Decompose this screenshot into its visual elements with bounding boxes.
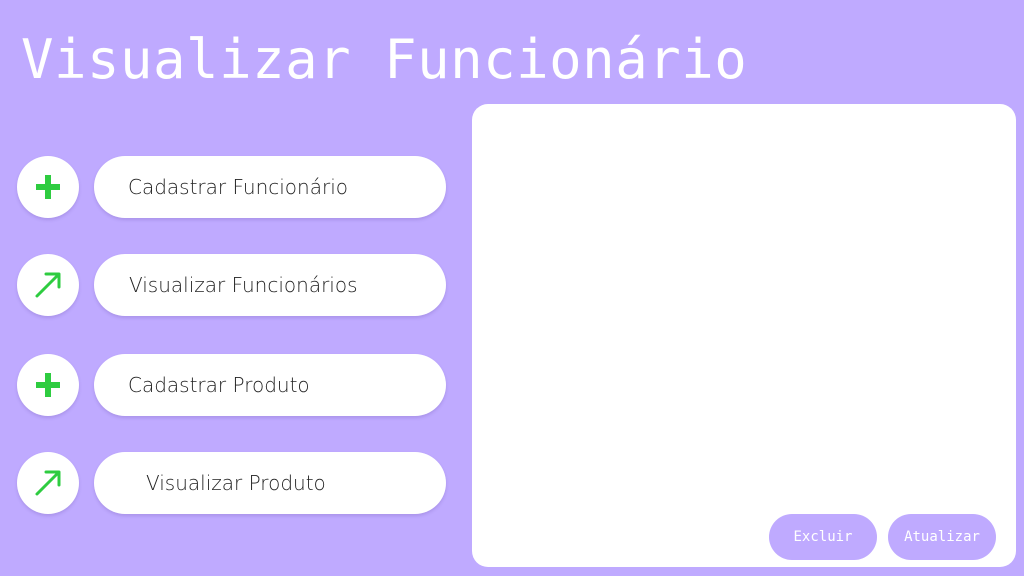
content-panel	[472, 104, 1016, 567]
register-employee-label: Cadastrar Funcionário	[128, 175, 348, 199]
plus-icon	[36, 373, 60, 397]
arrow-up-right-icon	[35, 470, 61, 496]
register-product-button[interactable]: Cadastrar Produto	[94, 354, 446, 416]
view-product-button[interactable]: Visualizar Produto	[94, 452, 446, 514]
view-employees-label: Visualizar Funcionários	[129, 273, 358, 297]
arrow-up-right-icon	[35, 272, 61, 298]
view-product-icon-button[interactable]	[17, 452, 79, 514]
view-employees-button[interactable]: Visualizar Funcionários	[94, 254, 446, 316]
view-employees-icon-button[interactable]	[17, 254, 79, 316]
delete-button-label: Excluir	[793, 529, 853, 545]
delete-button[interactable]: Excluir	[769, 514, 877, 560]
page-title: Visualizar Funcionário	[21, 28, 748, 91]
view-product-label: Visualizar Produto	[146, 471, 326, 495]
add-employee-icon-button[interactable]	[17, 156, 79, 218]
update-button-label: Atualizar	[904, 529, 980, 545]
add-product-icon-button[interactable]	[17, 354, 79, 416]
plus-icon	[36, 175, 60, 199]
register-product-label: Cadastrar Produto	[128, 373, 310, 397]
register-employee-button[interactable]: Cadastrar Funcionário	[94, 156, 446, 218]
update-button[interactable]: Atualizar	[888, 514, 996, 560]
